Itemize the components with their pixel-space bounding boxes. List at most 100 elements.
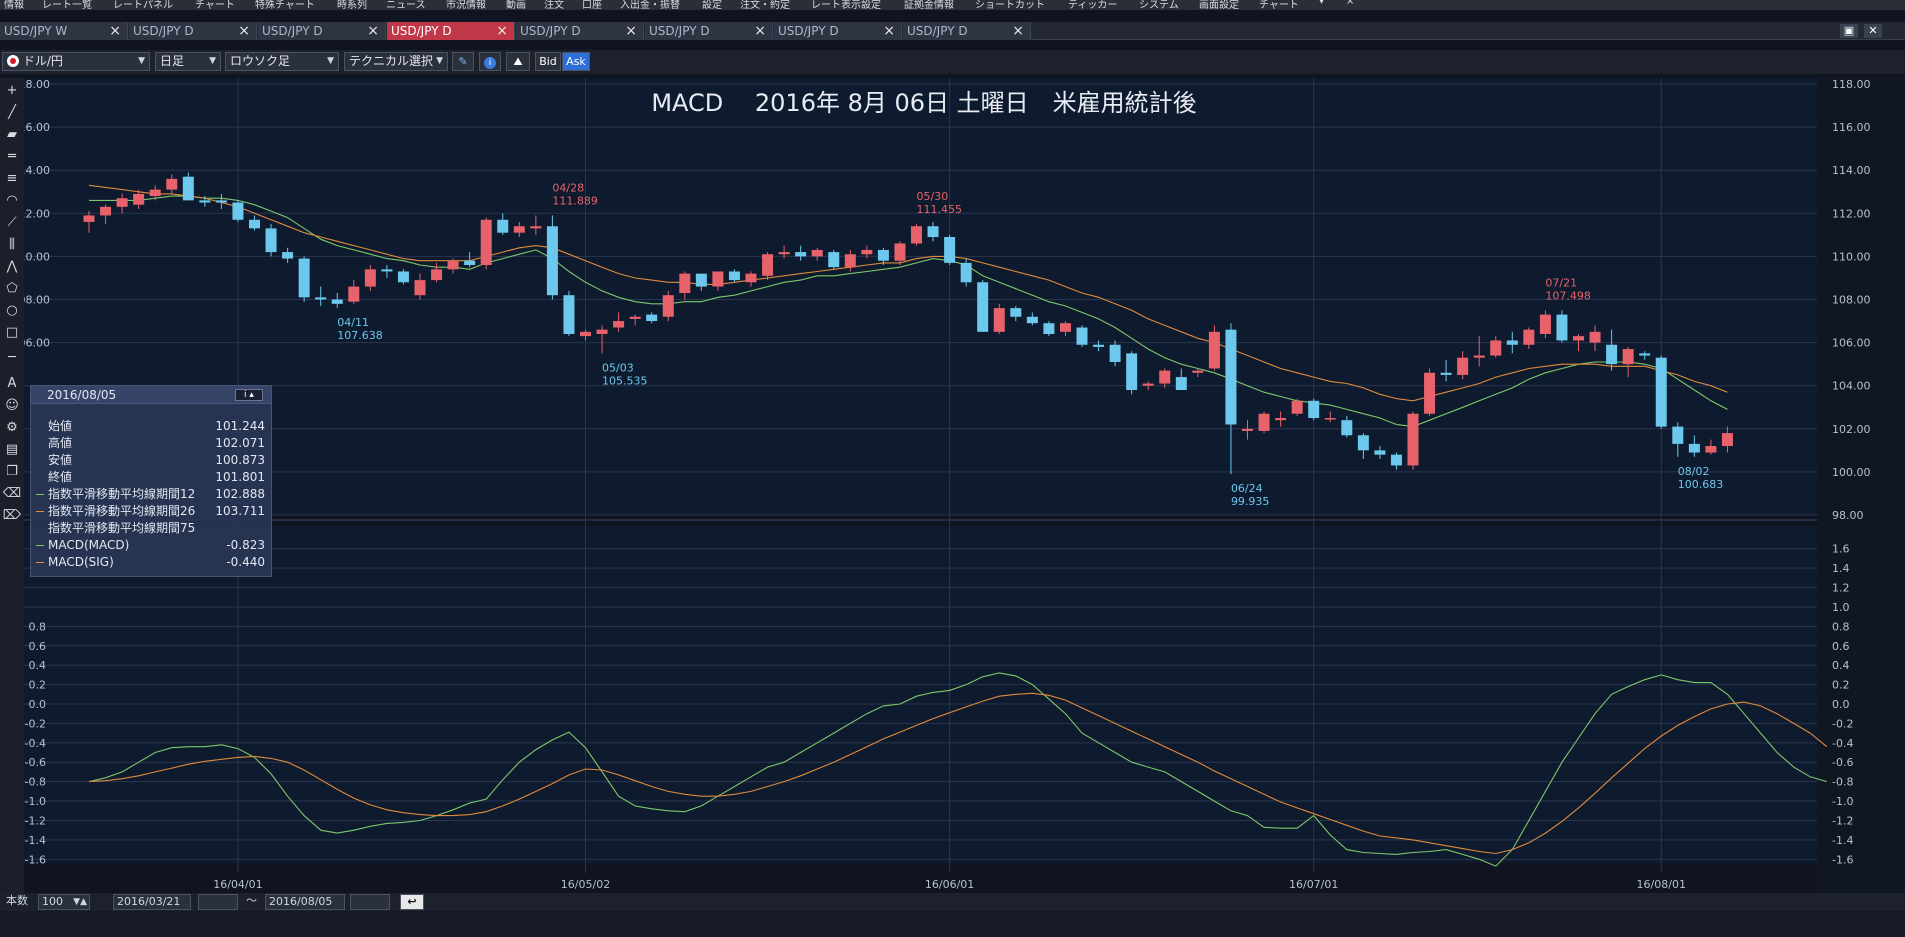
- candle: [298, 258, 310, 298]
- tab-5[interactable]: USD/JPY D ×: [516, 22, 644, 40]
- draw-tool-button[interactable]: ✎: [452, 52, 474, 71]
- fan-icon[interactable]: ⟋: [2, 213, 22, 233]
- menu-item[interactable]: 証拠金情報: [904, 0, 954, 10]
- menu-item[interactable]: ティッカー: [1068, 0, 1117, 10]
- close-tab-icon[interactable]: ×: [496, 22, 508, 40]
- candle: [1109, 344, 1121, 362]
- close-window-button[interactable]: ✕: [1864, 24, 1882, 38]
- candle: [1225, 329, 1237, 425]
- tab-6[interactable]: USD/JPY D ×: [645, 22, 773, 40]
- candle: [1341, 420, 1353, 436]
- chart-svg[interactable]: 118.00 118.00 116.00 116.00 114.00 114.00 112.…: [12, 78, 1905, 893]
- series-swatch: [36, 562, 44, 563]
- menu-item[interactable]: 特殊チャート: [255, 0, 315, 10]
- close-tab-icon[interactable]: ×: [1012, 22, 1024, 40]
- refresh-button[interactable]: ↩: [400, 894, 424, 910]
- menu-item[interactable]: ▾: [1319, 0, 1324, 7]
- fibonacci-arc-icon[interactable]: ◠: [2, 191, 22, 211]
- eraser-icon[interactable]: ⌫: [2, 484, 22, 504]
- candle: [282, 252, 294, 259]
- hline-icon[interactable]: ═: [2, 147, 22, 167]
- bid-button[interactable]: Bid: [535, 52, 561, 71]
- close-tab-icon[interactable]: ×: [625, 22, 637, 40]
- candle: [546, 226, 558, 296]
- pitchfork-icon[interactable]: ⋀: [2, 257, 22, 277]
- menu-item[interactable]: レート表示設定: [811, 0, 881, 10]
- axis-bg: [1817, 78, 1905, 893]
- settings-icon[interactable]: ⚙: [2, 418, 22, 438]
- close-tab-icon[interactable]: ×: [109, 22, 121, 40]
- menu-item[interactable]: 動画: [506, 0, 526, 10]
- circle-icon[interactable]: ○: [2, 301, 22, 321]
- candle: [993, 308, 1005, 332]
- menu-item[interactable]: 時系列: [337, 0, 367, 10]
- chart-type-select[interactable]: ロウソク足 ▼: [225, 52, 339, 71]
- menu-item[interactable]: 入出金・振替: [620, 0, 680, 10]
- menu-item[interactable]: 画面設定: [1199, 0, 1239, 10]
- candle: [927, 226, 939, 238]
- menu-item[interactable]: 注文: [544, 0, 564, 10]
- pencil-icon: ✎: [458, 55, 468, 68]
- tab-2[interactable]: USD/JPY D ×: [129, 22, 257, 40]
- close-tab-icon[interactable]: ×: [883, 22, 895, 40]
- menu-item[interactable]: ショートカット: [975, 0, 1045, 10]
- candle: [232, 202, 244, 220]
- collapse-data-window-button[interactable]: i ▴: [235, 389, 263, 401]
- timeframe-select[interactable]: 日足 ▼: [155, 52, 221, 71]
- tab-8[interactable]: USD/JPY D ×: [903, 22, 1031, 40]
- menu-item[interactable]: チャート: [1259, 0, 1299, 10]
- ruler-icon[interactable]: ▰: [2, 125, 22, 145]
- currency-pair-select[interactable]: ドル/円 ▼: [2, 52, 150, 71]
- chart-area[interactable]: 118.00 118.00 116.00 116.00 114.00 114.00 112.…: [12, 78, 1905, 893]
- tab-7[interactable]: USD/JPY D ×: [774, 22, 902, 40]
- time-to-input[interactable]: [350, 894, 390, 910]
- tab-1[interactable]: USD/JPY W ×: [0, 22, 128, 40]
- menu-item[interactable]: ×: [1346, 0, 1354, 7]
- channel-icon[interactable]: ≡: [2, 169, 22, 189]
- crosshair-icon[interactable]: +: [2, 81, 22, 101]
- tab-4[interactable]: USD/JPY D ×: [387, 22, 515, 40]
- candle: [1539, 314, 1551, 334]
- macd-y-tick-label-right: -1.2: [1832, 814, 1853, 827]
- trendline-icon[interactable]: ╱: [2, 103, 22, 123]
- menu-item[interactable]: ニュース: [386, 0, 426, 10]
- smiley-icon[interactable]: ☺: [2, 396, 22, 416]
- menu-item[interactable]: 注文・約定: [740, 0, 790, 10]
- restore-window-button[interactable]: ▣: [1840, 24, 1858, 38]
- count-input[interactable]: 100 ▼▲: [38, 894, 90, 910]
- date-from-input[interactable]: 2016/03/21: [113, 894, 191, 910]
- gann-icon[interactable]: ⫼: [2, 235, 22, 255]
- candle: [1010, 308, 1022, 317]
- pentagon-icon[interactable]: ⬠: [2, 279, 22, 299]
- menu-item[interactable]: レートパネル: [113, 0, 173, 10]
- separator-icon[interactable]: ─: [2, 348, 22, 368]
- copy-icon[interactable]: ❐: [2, 462, 22, 482]
- close-tab-icon[interactable]: ×: [238, 22, 250, 40]
- macd-y-tick-label-left: -1.0: [25, 795, 46, 808]
- rectangle-icon[interactable]: □: [2, 323, 22, 343]
- date-to-input[interactable]: 2016/08/05: [265, 894, 345, 910]
- time-from-input[interactable]: [198, 894, 238, 910]
- menu-item[interactable]: 設定: [702, 0, 722, 10]
- eraser-all-icon[interactable]: ⌦: [2, 506, 22, 526]
- layers-icon[interactable]: ▤: [2, 440, 22, 460]
- macd-y-tick-label-right: 0.2: [1832, 679, 1850, 692]
- menu-item[interactable]: 情報: [4, 0, 24, 10]
- menu-item[interactable]: システム: [1139, 0, 1179, 10]
- chart-style-button[interactable]: ⛰: [506, 52, 530, 71]
- ask-button[interactable]: Ask: [562, 52, 590, 71]
- menu-item[interactable]: 市況情報: [446, 0, 486, 10]
- menu-item[interactable]: チャート: [195, 0, 235, 10]
- candle: [762, 254, 774, 276]
- close-tab-icon[interactable]: ×: [367, 22, 379, 40]
- text-icon[interactable]: A: [2, 374, 22, 394]
- candle: [1523, 329, 1535, 345]
- tab-3[interactable]: USD/JPY D ×: [258, 22, 386, 40]
- menu-item[interactable]: 口座: [582, 0, 602, 10]
- spinner-icon[interactable]: ▼▲: [73, 895, 87, 909]
- info-button[interactable]: i: [479, 52, 501, 71]
- tab-label: USD/JPY D: [133, 24, 194, 38]
- technical-select[interactable]: テクニカル選択 ▼: [344, 52, 448, 71]
- close-tab-icon[interactable]: ×: [754, 22, 766, 40]
- menu-item[interactable]: レート一覧: [42, 0, 92, 10]
